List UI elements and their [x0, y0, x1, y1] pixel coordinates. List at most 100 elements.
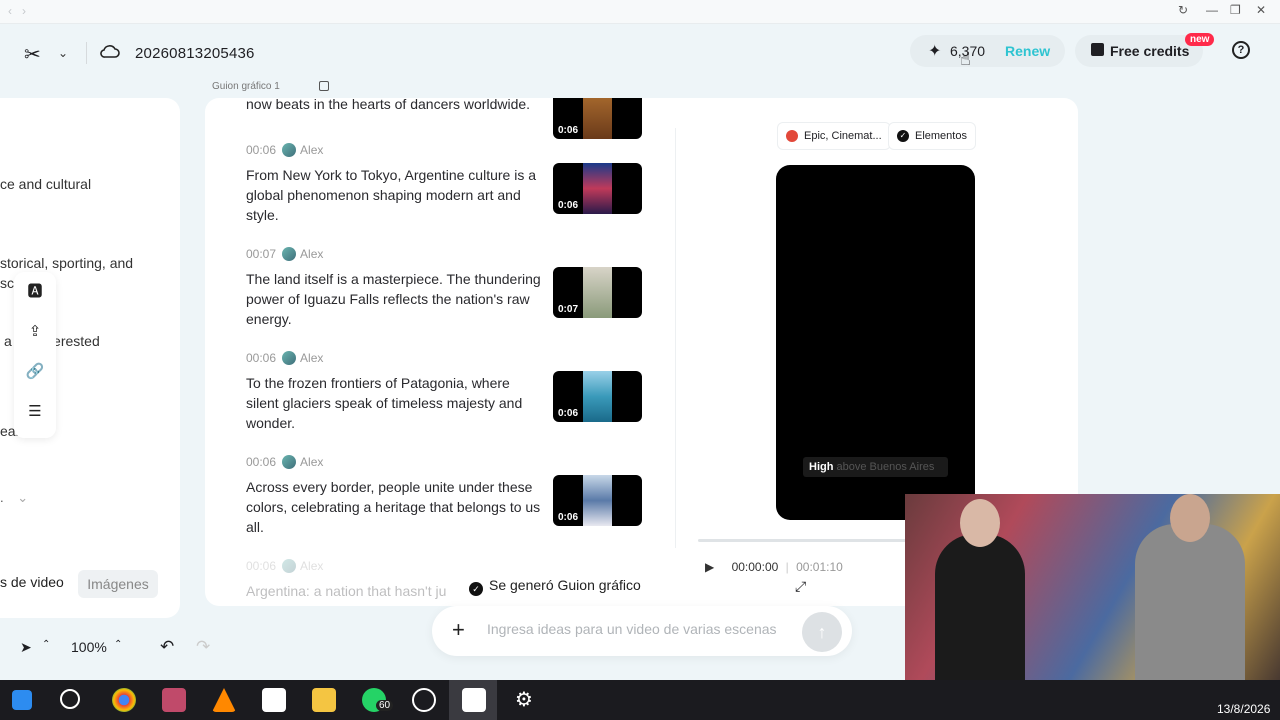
avatar-icon	[282, 247, 297, 261]
style-pill[interactable]: Epic, Cinemat...	[777, 122, 891, 150]
pointer-tool-icon[interactable]: ➤	[20, 639, 32, 656]
scene-text[interactable]: Across every border, people unite under …	[246, 477, 546, 537]
person-head	[960, 499, 1000, 547]
preview-caption: High above Buenos Aires	[803, 457, 948, 477]
scene-thumbnail[interactable]: 0:06	[553, 163, 642, 214]
redo-icon[interactable]: ↷	[196, 637, 210, 657]
free-credits-label: Free credits	[1110, 43, 1190, 59]
style-pill-label: Epic, Cinemat...	[804, 130, 882, 142]
folder-icon[interactable]	[312, 688, 336, 712]
free-credits-button[interactable]: Free credits	[1075, 35, 1203, 67]
capcut-logo-icon[interactable]: ✂	[24, 42, 41, 67]
close-icon[interactable]: ✕	[1256, 3, 1266, 17]
chevron-down-icon[interactable]: ⌄	[58, 46, 68, 60]
left-text-line: sc	[0, 275, 14, 291]
scene-time: 00:06	[246, 455, 277, 469]
minimize-icon[interactable]: —	[1206, 3, 1218, 17]
scene-time: 00:07	[246, 247, 277, 261]
playback-progress[interactable]	[698, 539, 908, 542]
person-figure	[935, 534, 1025, 699]
cloud-sync-icon[interactable]	[100, 43, 120, 59]
play-icon[interactable]: ▶	[705, 560, 714, 574]
scene-thumbnail[interactable]: 0:06	[553, 98, 642, 139]
thumbnail-image	[583, 163, 612, 214]
left-select-value: .	[0, 490, 4, 505]
capcut-taskbar-icon[interactable]	[462, 688, 486, 712]
bottom-toolbar: ➤ ⌃ 100% ⌃ ↶ ↷	[0, 636, 220, 662]
windows-start-icon[interactable]	[12, 690, 32, 710]
vlc-icon[interactable]	[212, 688, 236, 712]
undo-icon[interactable]: ↶	[160, 637, 174, 657]
speaker-name: Alex	[300, 559, 324, 573]
scene-duration: 0:07	[558, 304, 579, 315]
chevron-up-icon[interactable]: ⌃	[42, 639, 50, 650]
panel-divider	[675, 128, 676, 548]
scene-duration: 0:06	[558, 512, 579, 523]
status-text: Se generó Guion gráfico	[489, 577, 641, 593]
person-figure	[1135, 524, 1245, 699]
left-text-line: storical, sporting, and	[0, 255, 134, 271]
sparkle-icon: ✦	[928, 43, 942, 60]
back-forward-icons[interactable]: ‹ ›	[8, 4, 26, 18]
scene-text[interactable]: From New York to Tokyo, Argentine cultur…	[246, 165, 546, 225]
prompt-input[interactable]	[487, 621, 807, 637]
speaker-name: Alex	[300, 351, 324, 365]
reload-icon[interactable]: ↻	[1178, 3, 1188, 17]
add-icon[interactable]: +	[452, 617, 465, 643]
zoom-level[interactable]: 100%	[71, 639, 107, 655]
list-add-icon[interactable]: ☰	[25, 402, 45, 422]
left-text-line: ce and cultural	[0, 176, 92, 192]
speaker-name: Alex	[300, 455, 324, 469]
scene-duration: 0:06	[558, 125, 579, 136]
restore-icon[interactable]: ❐	[1230, 3, 1241, 17]
elements-pill[interactable]: ✓ Elementos	[888, 122, 976, 150]
thumbnail-image	[583, 267, 612, 318]
obs-icon[interactable]	[412, 688, 436, 712]
chrome-icon[interactable]	[112, 688, 136, 712]
scene-duration: 0:06	[558, 200, 579, 211]
text-icon[interactable]: 🅰	[25, 282, 45, 302]
total-time: 00:01:10	[796, 560, 843, 574]
app-icon[interactable]	[162, 688, 186, 712]
help-icon[interactable]: ?	[1232, 41, 1250, 59]
taskbar-date: 13/8/2026	[1217, 702, 1271, 716]
mouse-cursor-icon: ☝	[960, 49, 971, 69]
avatar-icon	[282, 455, 297, 469]
status-message: ✓ Se generó Guion gráfico	[469, 577, 641, 596]
thumbnail-image	[583, 98, 612, 139]
scene-text[interactable]: To the frozen frontiers of Patagonia, wh…	[246, 373, 546, 433]
current-time: 00:00:00	[731, 560, 779, 574]
scene-thumbnail[interactable]: 0:06	[553, 371, 642, 422]
upload-folder-icon[interactable]: ⇪	[25, 322, 45, 342]
project-title[interactable]: 20260813205436	[135, 45, 255, 62]
playback-controls: ▶ 00:00:00 | 00:01:10	[705, 560, 843, 574]
tab-video[interactable]: s de video	[0, 574, 64, 590]
speaker-name: Alex	[300, 247, 324, 261]
send-button[interactable]: ↑	[802, 612, 842, 652]
elements-pill-label: Elementos	[915, 130, 967, 142]
avatar-icon	[282, 559, 297, 573]
header-divider	[86, 42, 87, 64]
scene-time: 00:06	[246, 143, 277, 157]
search-icon[interactable]	[60, 689, 80, 709]
scene-thumbnail[interactable]: 0:06	[553, 475, 642, 526]
gift-icon	[1091, 43, 1104, 56]
storyboard-settings-icon[interactable]	[319, 81, 329, 91]
chevron-up-icon[interactable]: ⌃	[114, 639, 122, 650]
renew-button[interactable]: Renew	[1005, 43, 1050, 59]
credits-pill[interactable]: ✦ 6,370 Renew	[910, 35, 1065, 67]
window-titlebar: ‹ › ↻ — ❐ ✕	[0, 0, 1280, 24]
scene-text: now beats in the hearts of dancers world…	[246, 98, 531, 112]
tab-images[interactable]: Imágenes	[78, 570, 158, 598]
link-icon[interactable]: 🔗	[25, 362, 45, 382]
scene-text[interactable]: The land itself is a masterpiece. The th…	[246, 269, 546, 329]
video-preview[interactable]: High above Buenos Aires	[776, 165, 975, 520]
thumbnail-image	[583, 371, 612, 422]
scene-thumbnail[interactable]: 0:07	[553, 267, 642, 318]
expand-icon[interactable]: ⤢	[795, 578, 806, 595]
left-select[interactable]: . ⌄	[0, 490, 32, 514]
settings-gear-icon[interactable]: ⚙	[512, 688, 536, 712]
capcut-taskbar-icon[interactable]	[262, 688, 286, 712]
new-badge: new	[1185, 33, 1215, 46]
avatar-icon	[282, 143, 297, 157]
